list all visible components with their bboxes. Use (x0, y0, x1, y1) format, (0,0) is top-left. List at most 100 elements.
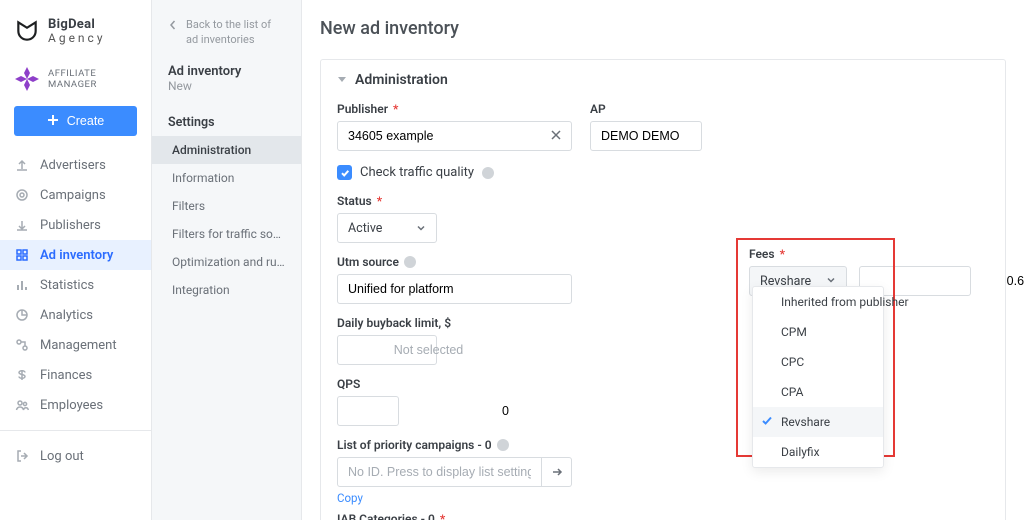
required-mark: * (393, 102, 398, 116)
card-title: Administration (355, 72, 448, 88)
context-heading: Ad inventory (152, 64, 301, 79)
role-row: AFFILIATE MANAGER (0, 62, 151, 106)
nav-advertisers[interactable]: Advertisers (0, 150, 151, 180)
logout-icon (14, 448, 30, 464)
status-select[interactable]: Active (337, 213, 437, 243)
status-value: Active (348, 221, 382, 236)
info-icon[interactable] (497, 439, 509, 451)
ap-label: AP (590, 102, 702, 116)
fees-number-text[interactable] (870, 274, 1024, 288)
brand-text: BigDeal Agency (48, 18, 106, 44)
fees-option-revshare[interactable]: Revshare (753, 407, 883, 437)
context-panel: Back to the list of ad inventories Ad in… (152, 0, 302, 520)
primary-nav: Advertisers Campaigns Publishers Ad inve… (0, 150, 151, 511)
fees-option-cpa[interactable]: CPA (753, 377, 883, 407)
priority-open-button[interactable] (542, 457, 572, 487)
nav-statistics[interactable]: Statistics (0, 270, 151, 300)
utm-input-text[interactable] (348, 282, 561, 296)
priority-label: List of priority campaigns - 0 (337, 438, 572, 452)
status-label: Status* (337, 194, 437, 208)
nav-logout[interactable]: Log out (0, 441, 151, 471)
nav-ad-inventory[interactable]: Ad inventory (0, 240, 151, 270)
settings-section-title: Settings (152, 109, 301, 136)
iab-field-group: IAB Categories - 0 * Copy Upload/Edit Li… (337, 512, 572, 520)
nav-label: Ad inventory (40, 248, 113, 263)
nav-employees[interactable]: Employees (0, 390, 151, 420)
create-button[interactable]: Create (14, 106, 137, 136)
info-icon[interactable] (404, 256, 416, 268)
publisher-label: Publisher* (337, 102, 572, 116)
buyback-field-group: Daily buyback limit, $ (337, 316, 437, 365)
ap-input[interactable] (590, 121, 702, 151)
clear-icon[interactable] (551, 129, 561, 144)
qps-input-text[interactable] (348, 404, 509, 418)
nav-campaigns[interactable]: Campaigns (0, 180, 151, 210)
context-subheading: New (152, 79, 301, 109)
check-traffic-label: Check traffic quality (360, 165, 474, 180)
page-title: New ad inventory (320, 18, 1006, 39)
utm-field-group: Utm source (337, 255, 572, 304)
utm-input[interactable] (337, 274, 572, 304)
chevron-left-icon (168, 20, 178, 48)
nav-label: Finances (40, 368, 92, 383)
app-sidebar: BigDeal Agency AFFILIATE MANAGER Create … (0, 0, 152, 520)
subnav-integration[interactable]: Integration (152, 276, 301, 304)
subnav-filters-traffic[interactable]: Filters for traffic sour... (152, 220, 301, 248)
check-icon (761, 415, 773, 430)
check-traffic-row[interactable]: Check traffic quality (337, 165, 989, 180)
nav-finances[interactable]: Finances (0, 360, 151, 390)
pie-icon (14, 307, 30, 323)
fees-option-dailyfix[interactable]: Dailyfix (753, 437, 883, 467)
buyback-input-text[interactable] (348, 343, 509, 357)
brand-line2: Agency (48, 32, 106, 45)
ap-field-group: AP (590, 102, 702, 151)
nav-analytics[interactable]: Analytics (0, 300, 151, 330)
plus-icon (47, 114, 59, 129)
flow-icon (14, 337, 30, 353)
nav-label: Analytics (40, 308, 93, 323)
nav-management[interactable]: Management (0, 330, 151, 360)
buyback-input[interactable] (337, 335, 437, 365)
qps-field-group: QPS (337, 377, 399, 426)
priority-input[interactable] (337, 457, 542, 487)
publisher-input[interactable] (337, 121, 572, 151)
subnav-filters[interactable]: Filters (152, 192, 301, 220)
utm-label: Utm source (337, 255, 572, 269)
nav-publishers[interactable]: Publishers (0, 210, 151, 240)
subnav-administration[interactable]: Administration (152, 136, 301, 164)
info-icon[interactable] (482, 167, 494, 179)
fees-option-cpc[interactable]: CPC (753, 347, 883, 377)
fees-label: Fees* (749, 247, 974, 261)
nav-label: Management (40, 338, 117, 353)
qps-label: QPS (337, 377, 399, 391)
qps-input[interactable] (337, 396, 399, 426)
target-icon (14, 187, 30, 203)
brand-line1: BigDeal (48, 18, 106, 32)
card-collapse-toggle[interactable]: Administration (337, 72, 989, 88)
triangle-down-icon (337, 73, 347, 88)
fees-dropdown: Inherited from publisher CPM CPC CPA Rev… (752, 286, 884, 468)
fees-option-inherited[interactable]: Inherited from publisher (753, 287, 883, 317)
nav-label: Log out (40, 449, 84, 464)
nav-label: Employees (40, 398, 103, 413)
nav-label: Advertisers (40, 158, 106, 173)
checkbox-checked-icon[interactable] (337, 165, 352, 180)
buyback-label: Daily buyback limit, $ (337, 316, 437, 330)
role-label: AFFILIATE MANAGER (48, 68, 137, 90)
back-link[interactable]: Back to the list of ad inventories (152, 14, 301, 64)
nav-label: Campaigns (40, 188, 106, 203)
subnav-optimization[interactable]: Optimization and rules (152, 248, 301, 276)
iab-label: IAB Categories - 0 * (337, 512, 572, 520)
fees-option-cpm[interactable]: CPM (753, 317, 883, 347)
publisher-input-text[interactable] (348, 129, 551, 143)
priority-copy-link[interactable]: Copy (337, 491, 363, 505)
dollar-icon (14, 367, 30, 383)
upload-icon (14, 157, 30, 173)
nav-label: Publishers (40, 218, 101, 233)
create-label: Create (67, 114, 105, 128)
priority-input-text[interactable] (348, 465, 531, 479)
nav-label: Statistics (40, 278, 94, 293)
subnav-information[interactable]: Information (152, 164, 301, 192)
ap-input-text[interactable] (601, 129, 762, 143)
role-avatar-icon (14, 66, 40, 92)
